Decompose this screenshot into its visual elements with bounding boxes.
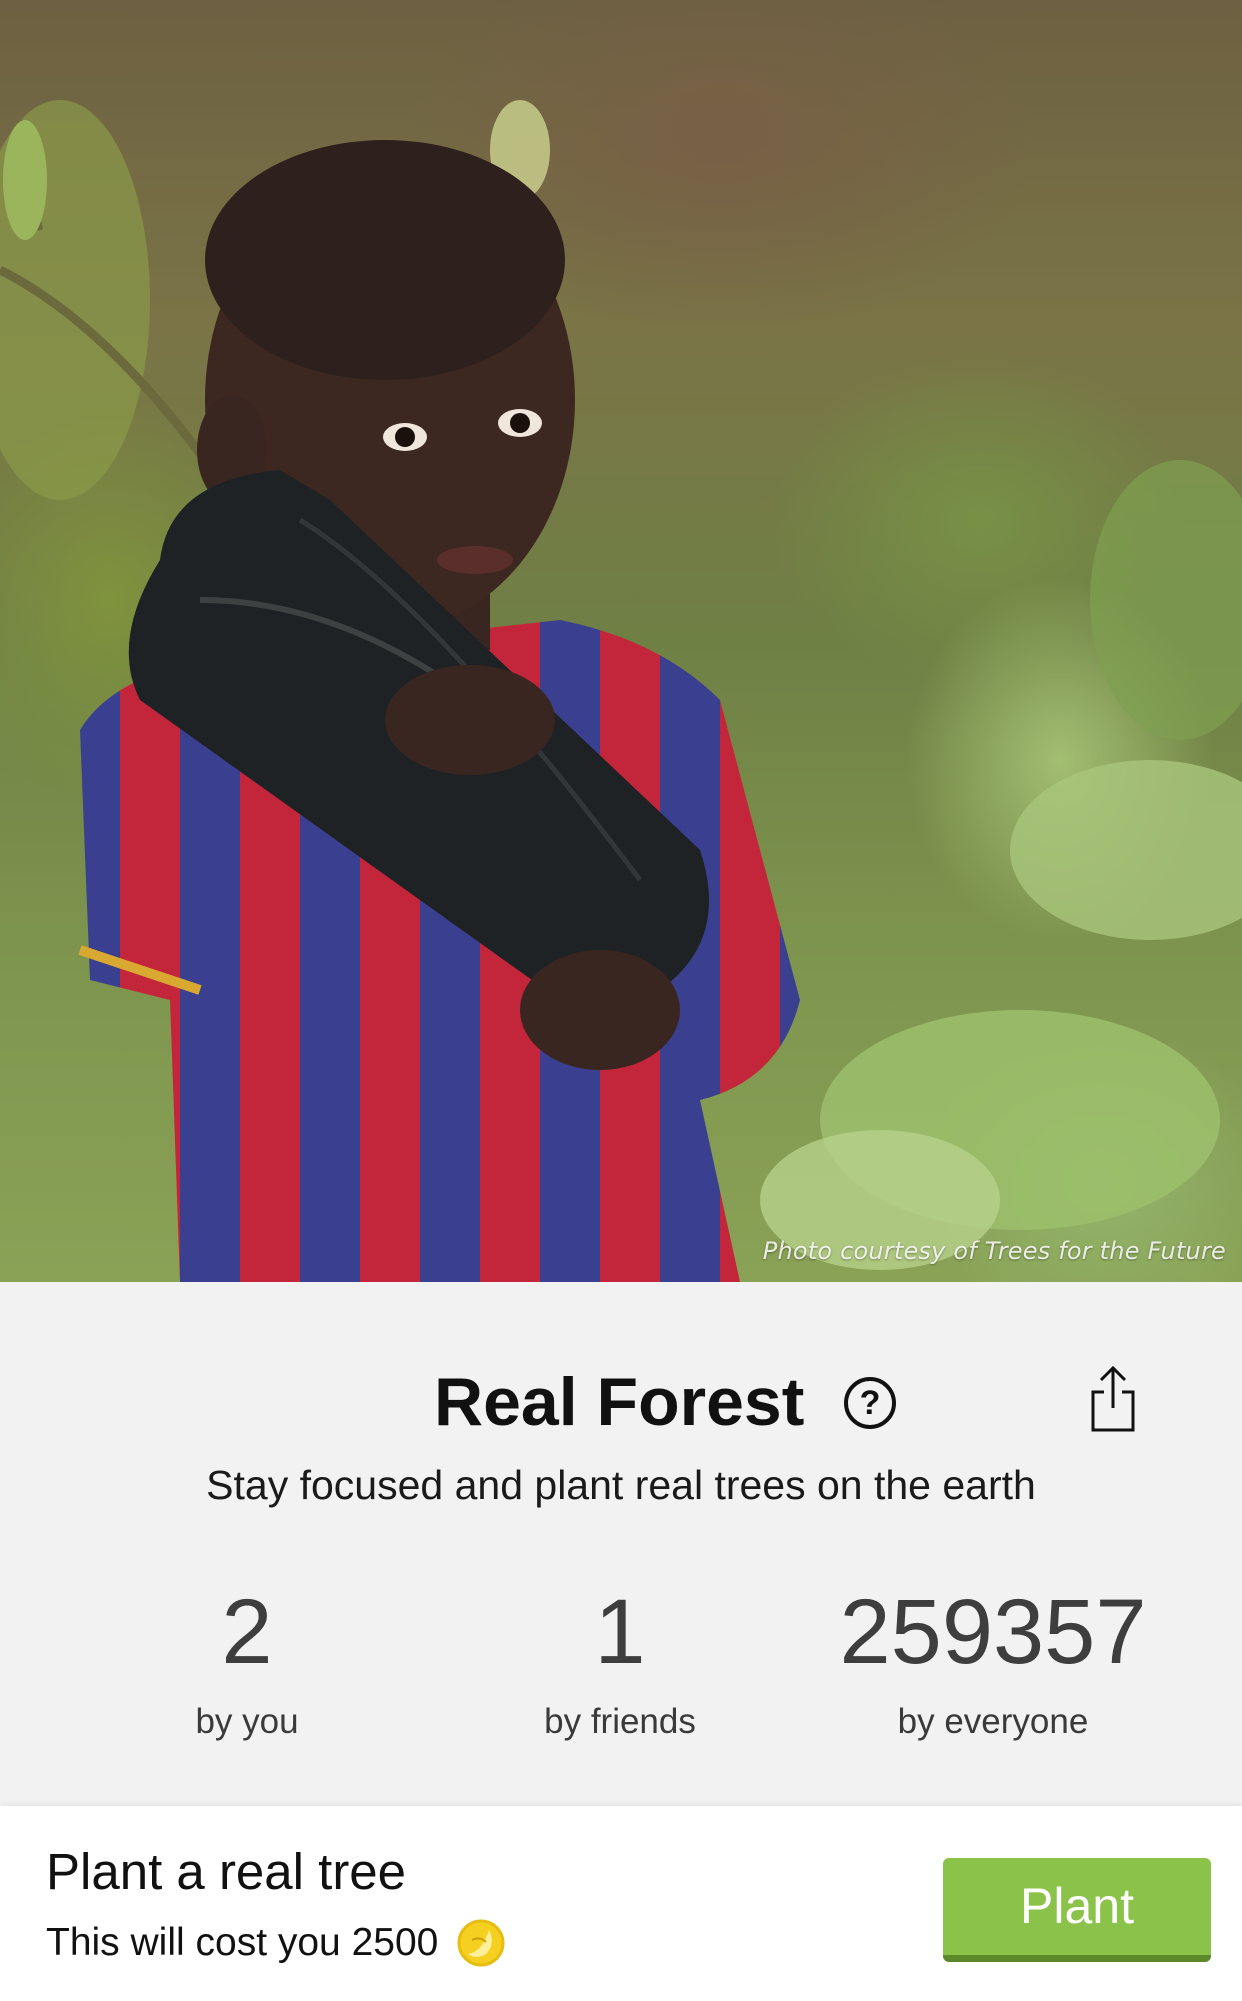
stat-label: by everyone: [897, 1702, 1089, 1741]
tree-stats: 2 by you 1 by friends 259357 by everyone: [0, 1582, 1242, 1742]
help-icon[interactable]: ?: [844, 1377, 896, 1429]
title-row: Real Forest ?: [0, 1362, 1242, 1442]
plant-title: Plant a real tree: [46, 1843, 407, 1900]
real-forest-panel: Real Forest ? Stay focused and plant rea…: [0, 1282, 1242, 1806]
stat-by-friends: 1 by friends: [430, 1582, 810, 1744]
cost-line: This will cost you 2500: [46, 1918, 506, 1968]
coin-icon: [457, 1919, 505, 1967]
stat-by-you: 2 by you: [57, 1582, 437, 1744]
stat-label: by friends: [544, 1702, 696, 1741]
plant-button[interactable]: Plant: [943, 1858, 1211, 1962]
page-title: Real Forest: [434, 1364, 805, 1440]
hero-illustration: [0, 100, 1242, 1282]
cost-text: This will cost you 2500: [46, 1921, 439, 1964]
stat-value: 1: [594, 1581, 646, 1683]
stat-label: by you: [195, 1702, 299, 1741]
stat-value: 2: [221, 1581, 273, 1683]
stat-value: 259357: [839, 1581, 1147, 1683]
photo-credit: Photo courtesy of Trees for the Future: [762, 1237, 1226, 1265]
hero-photo: Photo courtesy of Trees for the Future: [0, 0, 1242, 1282]
subtitle: Stay focused and plant real trees on the…: [206, 1462, 1036, 1508]
plant-bar: Plant a real tree This will cost you 250…: [0, 1806, 1242, 2001]
share-icon[interactable]: [1090, 1364, 1136, 1434]
stat-by-everyone: 259357 by everyone: [803, 1582, 1183, 1744]
